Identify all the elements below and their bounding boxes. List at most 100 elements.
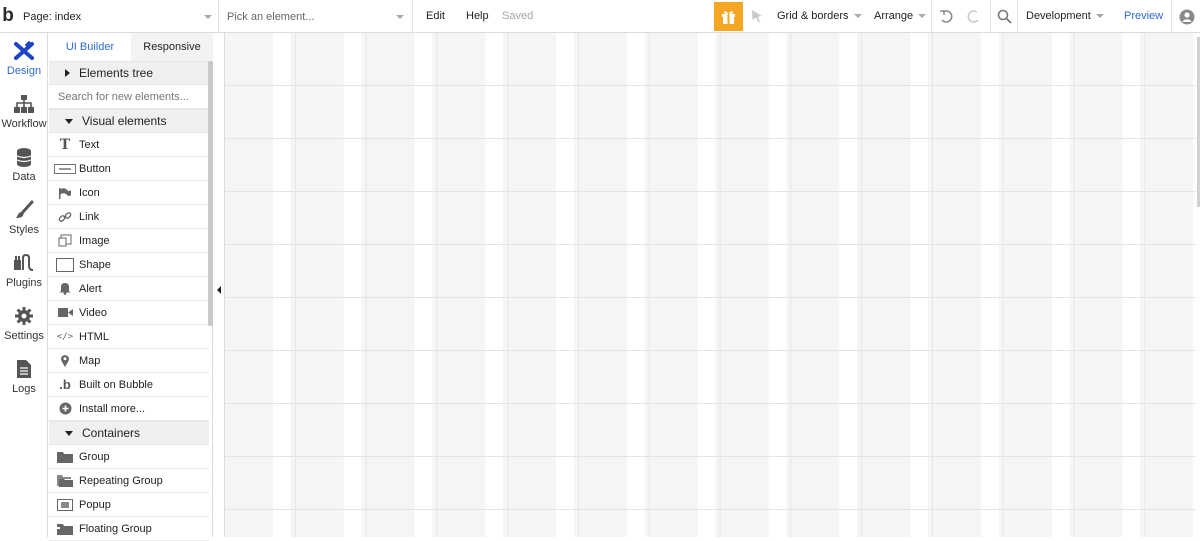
undo-icon[interactable] (939, 9, 954, 24)
design-canvas[interactable] (224, 33, 1200, 537)
chevron-down-icon (1095, 14, 1104, 18)
caret-down-icon (65, 430, 73, 436)
element-button[interactable]: Button (49, 157, 209, 181)
arrange-dropdown[interactable]: Arrange (874, 10, 927, 22)
elements-tree-toggle[interactable]: Elements tree (49, 61, 209, 85)
element-install-more[interactable]: Install more... (49, 397, 209, 421)
panel-tabs: UI Builder Responsive (49, 33, 213, 61)
brush-icon (16, 200, 34, 218)
nav-data[interactable]: Data (0, 139, 48, 192)
element-group[interactable]: Group (49, 445, 209, 469)
caret-down-icon (65, 118, 73, 124)
design-icon (14, 41, 34, 60)
button-icon (54, 161, 76, 177)
gift-button[interactable] (714, 2, 743, 31)
grid-borders-dropdown[interactable]: Grid & borders (777, 10, 862, 22)
nav-logs[interactable]: Logs (0, 351, 48, 404)
element-label: Map (79, 354, 101, 367)
environment-dropdown[interactable]: Development (1026, 10, 1104, 22)
bubble-logo[interactable]: b (0, 0, 16, 33)
environment-label: Development (1026, 10, 1091, 22)
cursor-icon[interactable] (750, 9, 764, 23)
nav-label: Data (12, 171, 36, 183)
top-toolbar: b Page: index Pick an element... Edit He… (0, 0, 1200, 33)
link-icon (54, 209, 76, 225)
saved-status: Saved (502, 10, 534, 22)
divider (412, 0, 413, 33)
page-select-label: Page: index (23, 10, 82, 23)
grid-borders-label: Grid & borders (777, 10, 849, 22)
element-repeating-group[interactable]: Repeating Group (49, 469, 209, 493)
containers-header[interactable]: Containers (49, 421, 209, 445)
element-shape[interactable]: Shape (49, 253, 209, 277)
nav-label: Styles (9, 224, 39, 236)
database-icon (16, 148, 32, 167)
code-icon: </> (56, 331, 74, 342)
element-label: Alert (79, 282, 102, 295)
element-label: Built on Bubble (79, 378, 153, 391)
element-label: Icon (79, 186, 100, 199)
panel-scrollbar[interactable] (208, 61, 213, 326)
element-label: Link (79, 210, 100, 223)
elements-tree-label: Elements tree (79, 66, 154, 80)
chevron-down-icon (853, 14, 862, 18)
element-video[interactable]: Video (49, 301, 209, 325)
folder-float-icon (54, 521, 76, 537)
elements-panel: UI Builder Responsive Elements tree Sear… (49, 33, 213, 541)
folder-icon (54, 449, 76, 465)
plus-circle-icon (54, 401, 76, 417)
element-label: Group (79, 450, 110, 463)
shape-icon (54, 257, 76, 273)
divider (1017, 0, 1018, 33)
element-label: Install more... (79, 402, 146, 415)
nav-settings[interactable]: Settings (0, 298, 48, 351)
help-menu[interactable]: Help (466, 10, 489, 22)
collapse-panel-icon[interactable] (217, 286, 221, 294)
search-icon[interactable] (997, 9, 1012, 24)
bubble-logo-icon: .b (59, 377, 71, 392)
tab-ui-builder[interactable]: UI Builder (49, 33, 131, 61)
user-avatar-icon[interactable] (1179, 9, 1195, 25)
element-label: Button (79, 162, 111, 175)
caret-right-icon (65, 69, 70, 77)
element-map[interactable]: Map (49, 349, 209, 373)
video-icon (54, 305, 76, 321)
page-select[interactable]: Page: index (23, 0, 216, 33)
redo-icon[interactable] (966, 9, 981, 24)
element-html[interactable]: </> HTML (49, 325, 209, 349)
folder-stack-icon (54, 473, 76, 489)
popup-icon (54, 497, 76, 513)
nav-label: Settings (4, 330, 44, 342)
containers-label: Containers (82, 426, 141, 440)
element-popup[interactable]: Popup (49, 493, 209, 517)
element-floating-group[interactable]: Floating Group (49, 517, 209, 541)
nav-styles[interactable]: Styles (0, 192, 48, 245)
preview-button[interactable]: Preview (1124, 10, 1163, 22)
text-icon: T (59, 136, 71, 153)
element-image[interactable]: Image (49, 229, 209, 253)
element-built-on-bubble[interactable]: .b Built on Bubble (49, 373, 209, 397)
tab-responsive[interactable]: Responsive (131, 33, 213, 61)
chevron-down-icon (396, 15, 404, 19)
element-search-input[interactable]: Search for new elements... (49, 85, 209, 109)
element-icon[interactable]: Icon (49, 181, 209, 205)
nav-workflow[interactable]: Workflow (0, 86, 48, 139)
edit-menu[interactable]: Edit (426, 10, 445, 22)
element-label: Shape (79, 258, 111, 271)
nav-design[interactable]: Design (0, 33, 48, 86)
element-label: Repeating Group (79, 474, 163, 487)
plug-icon (14, 253, 34, 271)
document-icon (17, 360, 31, 378)
element-picker-placeholder: Pick an element... (227, 10, 315, 23)
element-label: Text (79, 138, 100, 151)
element-text[interactable]: T Text (49, 133, 209, 157)
visual-elements-header[interactable]: Visual elements (49, 109, 209, 133)
element-label: Floating Group (79, 522, 152, 535)
left-nav: Design Workflow Data Styles Plugins Sett… (0, 33, 48, 537)
nav-label: Plugins (5, 277, 43, 289)
element-alert[interactable]: Alert (49, 277, 209, 301)
nav-plugins[interactable]: Plugins (0, 245, 48, 298)
workflow-icon (14, 95, 34, 113)
element-link[interactable]: Link (49, 205, 209, 229)
element-picker[interactable]: Pick an element... (218, 0, 412, 33)
